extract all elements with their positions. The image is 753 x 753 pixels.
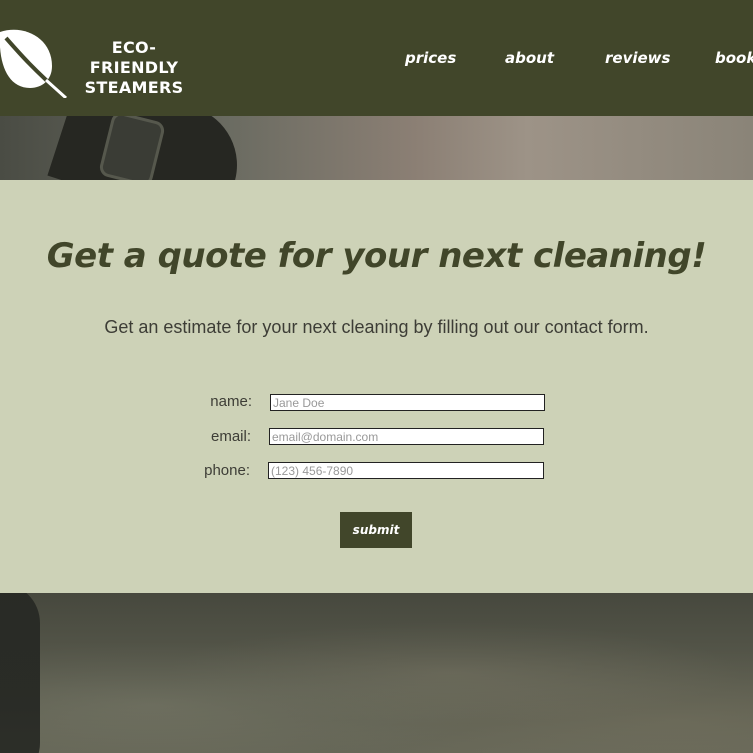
submit-button[interactable]: submit: [340, 512, 412, 548]
hero-background-top: [0, 116, 753, 180]
quote-section: Get a quote for your next cleaning! Get …: [0, 180, 753, 593]
phone-input[interactable]: [268, 462, 544, 479]
background-overlay: [0, 593, 753, 753]
page: ECO-FRIENDLY STEAMERS prices about revie…: [0, 0, 753, 753]
nav-link-prices[interactable]: prices: [405, 49, 456, 67]
nav-link-book[interactable]: book: [715, 49, 753, 67]
hero-background-bottom: [0, 593, 753, 753]
email-label: email:: [210, 428, 251, 445]
site-header: ECO-FRIENDLY STEAMERS prices about revie…: [0, 0, 753, 116]
nav-link-about[interactable]: about: [505, 49, 554, 67]
brand-line-2: STEAMERS: [84, 78, 184, 97]
nav-link-reviews[interactable]: reviews: [605, 49, 670, 67]
name-input[interactable]: [270, 394, 545, 411]
name-label: name:: [210, 393, 252, 410]
quote-title: Get a quote for your next cleaning!: [46, 236, 707, 276]
main-nav: prices about reviews book: [0, 49, 753, 69]
phone-label: phone:: [204, 462, 250, 479]
email-input[interactable]: [269, 428, 544, 445]
quote-subtitle: Get an estimate for your next cleaning b…: [104, 317, 649, 337]
